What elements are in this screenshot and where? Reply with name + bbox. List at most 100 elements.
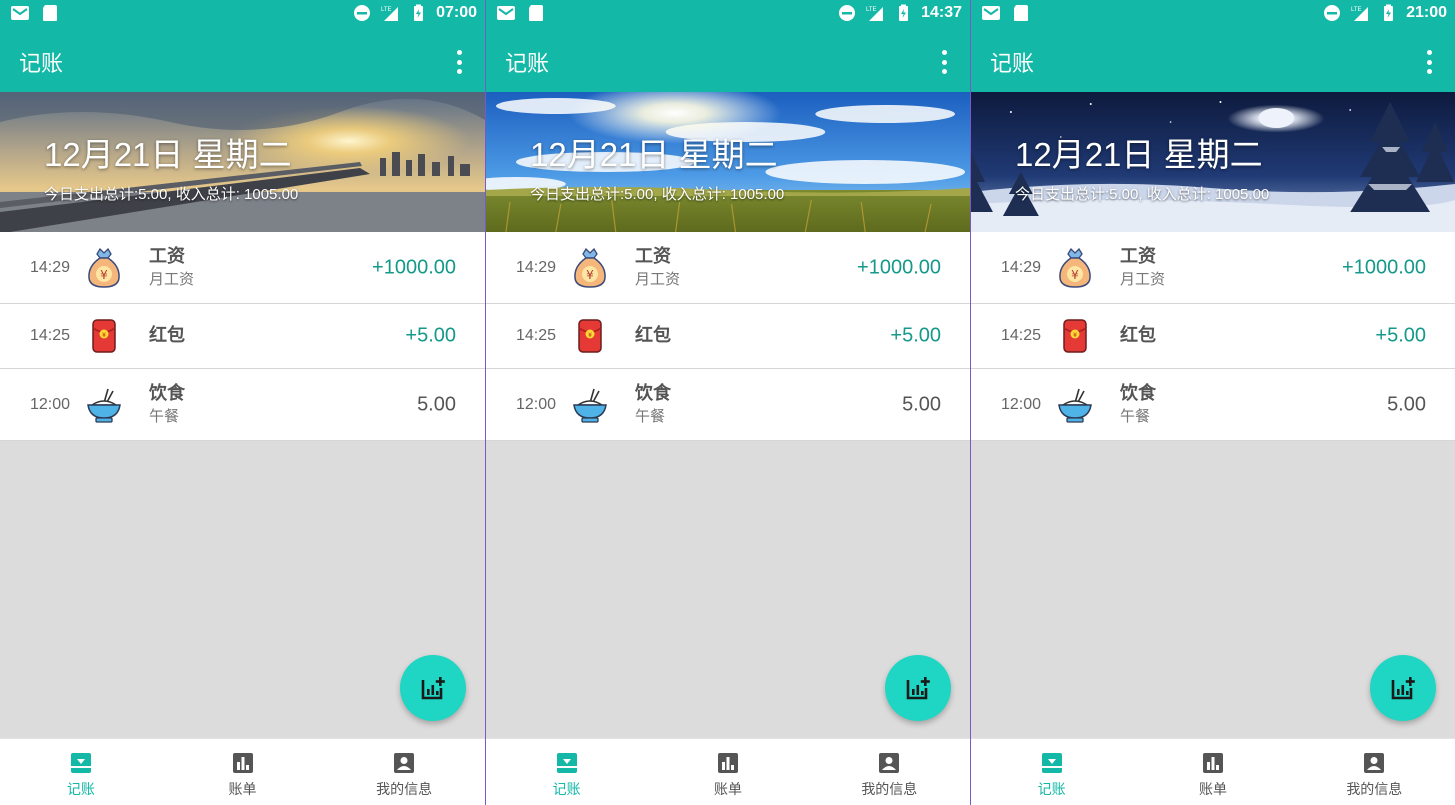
svg-text:LTE: LTE [1351,7,1362,13]
add-chart-icon [421,677,445,700]
list-item[interactable]: 12:00 饮食 午餐 5.00 [971,369,1455,441]
record-title: 工资 [635,245,671,267]
record-time: 12:00 [1001,395,1042,413]
svg-text:¥: ¥ [102,332,106,339]
nav-label: 账单 [713,782,742,798]
rice-bowl-icon [572,385,608,425]
add-record-button[interactable] [400,655,466,721]
record-time: 14:25 [516,327,557,344]
bar-chart-icon [1202,753,1223,773]
nav-item-profile[interactable]: 我的信息 [1294,739,1455,805]
gmail-notification-icon [497,6,515,20]
record-title: 饮食 [149,382,185,404]
nav-item-bills[interactable]: 账单 [647,739,808,805]
app-bar: 记账 [971,28,1455,92]
list-item[interactable]: 14:25 ¥ 红包 +5.00 [971,304,1455,369]
nav-item-bookkeeping[interactable]: 记账 [486,739,647,805]
daily-summary: 今日支出总计:5.00, 收入总计: 1005.00 [1015,186,1270,203]
status-bar: LTE 14:37 [486,0,970,28]
record-title: 红包 [635,325,671,346]
more-vert-icon[interactable] [449,50,469,74]
page-title: 记账 [505,52,550,77]
app-bar: 记账 [0,28,485,92]
do-not-disturb-icon [354,5,371,21]
nav-item-bills[interactable]: 账单 [162,739,324,805]
inbox-download-icon [1041,753,1062,773]
do-not-disturb-icon [839,5,856,21]
record-amount: +5.00 [890,324,941,347]
record-amount: +1000.00 [372,256,456,278]
battery-charging-icon [899,4,909,21]
more-vert-icon[interactable] [1419,50,1439,74]
page-title: 记账 [990,52,1035,77]
nav-label: 我的信息 [861,782,918,798]
money-bag-icon: ¥ [572,247,608,288]
bottom-navigation: 记账 账单 我的信息 [486,738,970,805]
list-item[interactable]: 14:25 ¥ 红包 +5.00 [0,304,485,369]
header-banner: 12月21日 星期二 今日支出总计:5.00, 收入总计: 1005.00 [0,92,485,232]
red-envelope-icon: ¥ [572,316,608,356]
money-bag-icon: ¥ [86,247,122,288]
records-list: 14:29 ¥ 工资 月工资 +1000.00 14:25 ¥ 红包 +5.00 [971,232,1455,441]
header-banner: 12月21日 星期二 今日支出总计:5.00, 收入总计: 1005.00 [486,92,970,232]
record-time: 12:00 [516,395,557,413]
add-record-button[interactable] [885,655,951,721]
nav-label: 记账 [552,782,581,798]
record-amount: 5.00 [902,393,941,415]
record-subtitle: 月工资 [1120,269,1166,288]
nav-item-bookkeeping[interactable]: 记账 [971,739,1132,805]
gmail-notification-icon [982,6,1000,20]
phone-screen-afternoon: LTE 14:37 记账 12月21日 星期二 今日支出总计:5.00, 收入总… [485,0,970,805]
clock: 07:00 [436,4,477,21]
list-item[interactable]: 14:25 ¥ 红包 +5.00 [486,304,970,369]
records-list: 14:29 ¥ 工资 月工资 +1000.00 14:25 ¥ 红包 +5.00 [486,232,970,441]
record-title: 工资 [1120,245,1156,267]
svg-text:¥: ¥ [1071,268,1079,282]
nav-label: 我的信息 [1346,782,1403,798]
records-list: 14:29 ¥ 工资 月工资 +1000.00 14:25 ¥ 红包 +5.00 [0,232,485,441]
svg-text:¥: ¥ [586,268,594,282]
list-item[interactable]: 14:29 ¥ 工资 月工资 +1000.00 [486,232,970,304]
rice-bowl-icon [1057,385,1093,425]
phone-screen-morning: LTE 07:00 记账 12月21日 星期二 今日支出总计:5.00, 收入总… [0,0,485,805]
screens-container: LTE 07:00 记账 12月21日 星期二 今日支出总计:5.00, 收入总… [0,0,1455,805]
daily-summary: 今日支出总计:5.00, 收入总计: 1005.00 [530,186,785,203]
more-vert-icon[interactable] [934,50,954,74]
record-time: 12:00 [30,395,71,413]
red-envelope-icon: ¥ [1057,316,1093,356]
nav-item-profile[interactable]: 我的信息 [809,739,970,805]
record-amount: +5.00 [405,324,456,347]
list-item[interactable]: 12:00 饮食 午餐 5.00 [0,369,485,441]
battery-charging-icon [414,4,424,21]
add-chart-icon [906,677,930,700]
list-item[interactable]: 14:29 ¥ 工资 月工资 +1000.00 [971,232,1455,304]
hero-date: 12月21日 星期二 [530,136,778,173]
battery-charging-icon [1384,4,1394,21]
account-box-icon [1364,753,1385,773]
add-record-button[interactable] [1370,655,1436,721]
list-item[interactable]: 12:00 饮食 午餐 5.00 [486,369,970,441]
record-amount: 5.00 [417,393,456,415]
clock: 14:37 [921,4,962,21]
phone-screen-night: LTE 21:00 记账 12月21日 星期二 今日支出总计:5.00, 收入总… [970,0,1455,805]
sd-card-icon [43,5,57,21]
nav-item-bills[interactable]: 账单 [1132,739,1293,805]
record-subtitle: 月工资 [149,269,195,288]
record-subtitle: 午餐 [149,406,180,425]
record-subtitle: 月工资 [635,269,681,288]
gmail-notification-icon [11,6,29,20]
red-envelope-icon: ¥ [86,316,122,356]
svg-text:¥: ¥ [1073,332,1077,339]
svg-text:LTE: LTE [866,7,877,13]
svg-text:LTE: LTE [381,7,392,13]
nav-item-bookkeeping[interactable]: 记账 [0,739,162,805]
nav-label: 账单 [1198,782,1227,798]
app-bar: 记账 [486,28,970,92]
bottom-navigation: 记账 账单 我的信息 [971,738,1455,805]
add-chart-icon [1391,677,1415,700]
record-time: 14:29 [1001,258,1042,276]
list-item[interactable]: 14:29 ¥ 工资 月工资 +1000.00 [0,232,485,304]
record-title: 饮食 [1120,382,1156,404]
nav-item-profile[interactable]: 我的信息 [323,739,485,805]
record-subtitle: 午餐 [1120,406,1151,425]
